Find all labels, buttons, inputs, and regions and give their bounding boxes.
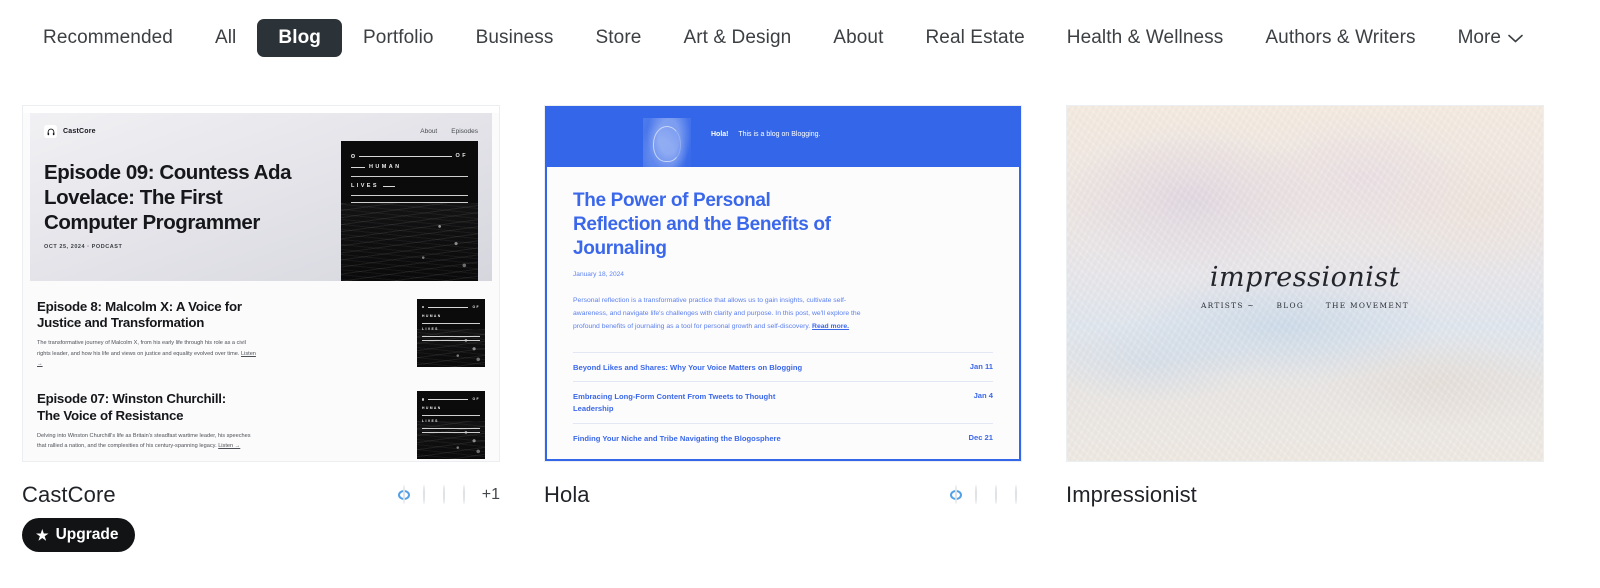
post-title: Embracing Long-Form Content From Tweets … bbox=[573, 392, 776, 414]
hola-swatches bbox=[950, 485, 1022, 504]
theme-card-hola: Hola! This is a blog on Blogging. The Po… bbox=[544, 105, 1022, 552]
album-art-line-1: OF bbox=[455, 153, 468, 159]
album-art-line-3: LIVES bbox=[351, 183, 379, 189]
nav-tab-about[interactable]: About bbox=[812, 19, 904, 57]
post-list-item[interactable]: Beyond Likes and Shares: Why Your Voice … bbox=[573, 351, 993, 382]
color-swatch-3[interactable] bbox=[990, 485, 1002, 504]
episode-thumbnail: OF HUMAN LIVES bbox=[417, 391, 485, 460]
nav-tab-business[interactable]: Business bbox=[455, 19, 575, 57]
theme-name-castcore: CastCore bbox=[22, 482, 116, 507]
theme-card-castcore: CastCore About Episodes Episode 09: Coun… bbox=[22, 105, 500, 552]
post-list-item[interactable]: Embracing Long-Form Content From Tweets … bbox=[573, 381, 993, 423]
theme-grid: CastCore About Episodes Episode 09: Coun… bbox=[0, 75, 1600, 552]
episode-description: The transformative journey of Malcolm X,… bbox=[37, 340, 246, 357]
episode-title: Episode 07: Winston Churchill: The Voice… bbox=[37, 391, 226, 423]
color-swatch-1[interactable] bbox=[950, 485, 962, 504]
castcore-swatches: +1 bbox=[397, 485, 500, 504]
nav-tab-recommended[interactable]: Recommended bbox=[22, 19, 194, 57]
portrait-silhouette-icon bbox=[643, 118, 691, 180]
castcore-episode-list: Episode 8: Malcolm X: A Voice for Justic… bbox=[23, 281, 499, 460]
post-date: Jan 4 bbox=[973, 391, 993, 401]
nav-tab-authors-writers[interactable]: Authors & Writers bbox=[1244, 19, 1436, 57]
episode-list-item[interactable]: Episode 8: Malcolm X: A Voice for Justic… bbox=[37, 299, 485, 369]
hola-header-band: Hola! This is a blog on Blogging. bbox=[547, 106, 1019, 180]
color-swatch-2[interactable] bbox=[970, 485, 982, 504]
impressionist-card-footer: Impressionist bbox=[1066, 480, 1544, 510]
upgrade-button[interactable]: ★ Upgrade bbox=[22, 518, 136, 552]
nav-tab-all[interactable]: All bbox=[194, 19, 257, 57]
theme-card-impressionist: impressionist ARTISTS ~ BLOG THE MOVEMEN… bbox=[1066, 105, 1544, 552]
hola-card-footer: Hola bbox=[544, 480, 1022, 510]
impressionist-nav: ARTISTS ~ BLOG THE MOVEMENT bbox=[1067, 301, 1543, 310]
nav-tab-blog[interactable]: Blog bbox=[257, 18, 342, 57]
nav-more-label: More bbox=[1457, 26, 1501, 48]
castcore-nav-episodes: Episodes bbox=[451, 128, 478, 135]
episode-list-item[interactable]: Episode 07: Winston Churchill: The Voice… bbox=[37, 391, 485, 460]
chevron-down-icon bbox=[1508, 27, 1523, 49]
castcore-nav-about: About bbox=[420, 128, 438, 135]
impressionist-wordmark: impressionist bbox=[1209, 262, 1401, 293]
category-nav: Recommended All Blog Portfolio Business … bbox=[0, 0, 1600, 75]
hola-post-date: January 18, 2024 bbox=[573, 270, 624, 278]
theme-preview-impressionist[interactable]: impressionist ARTISTS ~ BLOG THE MOVEMEN… bbox=[1066, 105, 1544, 462]
episode-title: Episode 8: Malcolm X: A Voice for Justic… bbox=[37, 299, 242, 331]
post-date: Jan 11 bbox=[969, 361, 993, 371]
color-swatch-4[interactable] bbox=[458, 485, 470, 504]
hola-tagline: This is a blog on Blogging. bbox=[738, 131, 821, 138]
color-swatch-2[interactable] bbox=[418, 485, 430, 504]
album-art-line-2: HUMAN bbox=[369, 164, 402, 170]
hola-post-title: The Power of Personal Reflection and the… bbox=[573, 190, 831, 259]
star-icon: ★ bbox=[36, 527, 49, 543]
headphones-icon bbox=[44, 125, 57, 138]
nav-more-button[interactable]: More bbox=[1437, 19, 1537, 57]
nav-tab-real-estate[interactable]: Real Estate bbox=[904, 19, 1045, 57]
episode-thumbnail: OF HUMAN LIVES bbox=[417, 299, 485, 367]
post-list-item[interactable]: Finding Your Niche and Tribe Navigating … bbox=[573, 422, 994, 453]
post-title: Finding Your Niche and Tribe Navigating … bbox=[573, 433, 781, 443]
hola-greeting: Hola! bbox=[711, 131, 729, 138]
castcore-hero: CastCore About Episodes Episode 09: Coun… bbox=[30, 113, 492, 281]
theme-name-hola: Hola bbox=[544, 482, 590, 507]
theme-preview-castcore[interactable]: CastCore About Episodes Episode 09: Coun… bbox=[22, 105, 500, 462]
castcore-card-footer: CastCore +1 bbox=[22, 480, 500, 510]
impressionist-nav-artists: ARTISTS ~ bbox=[1200, 301, 1255, 310]
post-date: Dec 21 bbox=[968, 432, 994, 442]
hola-read-more-link[interactable]: Read more. bbox=[812, 323, 849, 330]
color-swatch-1[interactable] bbox=[397, 485, 410, 504]
castcore-album-art: OF HUMAN LIVES bbox=[341, 141, 478, 281]
upgrade-label: Upgrade bbox=[55, 526, 119, 543]
theme-preview-hola[interactable]: Hola! This is a blog on Blogging. The Po… bbox=[544, 105, 1022, 462]
hola-post-list: Beyond Likes and Shares: Why Your Voice … bbox=[573, 351, 994, 453]
theme-name-impressionist: Impressionist bbox=[1066, 482, 1197, 507]
impressionist-nav-blog: BLOG bbox=[1276, 301, 1305, 310]
color-swatch-3[interactable] bbox=[438, 485, 450, 504]
nav-tab-store[interactable]: Store bbox=[575, 19, 663, 57]
castcore-hero-title: Episode 09: Countess Ada Lovelace: The F… bbox=[44, 161, 292, 234]
post-title: Beyond Likes and Shares: Why Your Voice … bbox=[573, 362, 803, 372]
nav-tab-health-wellness[interactable]: Health & Wellness bbox=[1046, 19, 1245, 57]
impressionist-nav-movement: THE MOVEMENT bbox=[1325, 301, 1410, 310]
swatch-overflow-count[interactable]: +1 bbox=[482, 486, 500, 504]
nav-tab-portfolio[interactable]: Portfolio bbox=[342, 19, 455, 57]
episode-listen-link[interactable]: Listen → bbox=[218, 443, 240, 449]
color-swatch-4[interactable] bbox=[1010, 485, 1022, 504]
nav-tab-art-design[interactable]: Art & Design bbox=[662, 19, 812, 57]
castcore-brand-name: CastCore bbox=[63, 128, 96, 135]
